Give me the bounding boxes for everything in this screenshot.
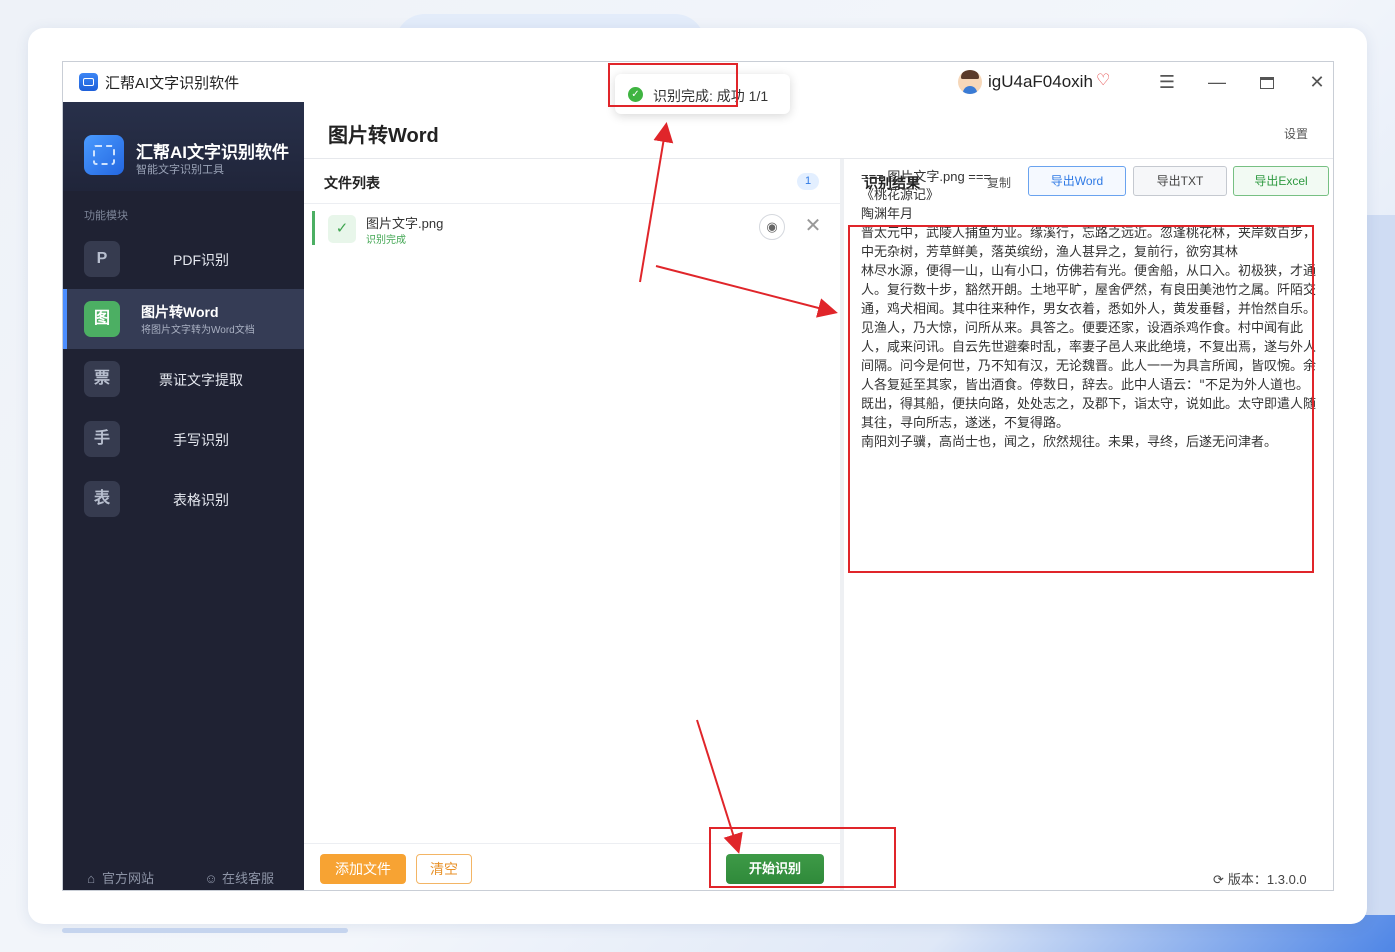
ticket-badge-icon: 票 — [84, 361, 120, 397]
sidebar-item-label: PDF识别 — [173, 252, 229, 268]
result-line: 《桃花源记》 — [861, 188, 940, 203]
pdf-badge-icon: P — [84, 241, 120, 277]
add-file-button[interactable]: 添加文件 — [320, 854, 406, 884]
sidebar-brand: 汇帮AI文字识别软件 智能文字识别工具 — [63, 102, 304, 191]
username[interactable]: igU4aF04oxih — [988, 72, 1093, 92]
window-title: 汇帮AI文字识别软件 — [105, 75, 240, 92]
result-line: 陶渊年月 — [861, 207, 914, 222]
sidebar-item-label: 图片转Word — [141, 304, 219, 320]
file-list-item[interactable]: ✓ 图片文字.png 识别完成 ◉ ✕ — [312, 211, 832, 246]
official-website-label: 官方网站 — [102, 871, 155, 886]
file-name: 图片文字.png — [366, 216, 444, 231]
sidebar-item-label: 票证文字提取 — [159, 372, 243, 388]
file-count-badge: 1 — [797, 173, 819, 190]
annotation-box-toast — [608, 63, 738, 107]
close-icon[interactable]: ✕ — [1305, 70, 1329, 94]
annotation-box-start — [709, 827, 896, 888]
preview-eye-icon[interactable]: ◉ — [759, 214, 785, 240]
background-bar — [62, 928, 348, 933]
main-header: 图片转Word 设置 — [304, 102, 1333, 159]
sidebar-item-ticket[interactable]: 票 票证文字提取 — [63, 349, 304, 409]
annotation-box-result — [848, 225, 1314, 573]
sidebar-item-pdf[interactable]: P PDF识别 — [63, 229, 304, 289]
page-title: 图片转Word — [328, 125, 439, 147]
app-logo-icon — [79, 73, 98, 91]
online-support-link[interactable]: ☺ 在线客服 — [204, 868, 274, 887]
maximize-icon[interactable] — [1255, 70, 1279, 94]
refresh-icon[interactable]: ⟳ — [1213, 872, 1224, 887]
sidebar-item-image-to-word[interactable]: 图 图片转Word 将图片文字转为Word文档 — [63, 289, 304, 349]
version-label: ⟳ 版本：1.3.0.0 — [1213, 869, 1307, 888]
sidebar: 汇帮AI文字识别软件 智能文字识别工具 功能模块 P PDF识别 图 图片转Wo… — [63, 102, 304, 890]
image-badge-icon: 图 — [84, 301, 120, 337]
file-list-title: 文件列表 — [324, 175, 380, 191]
sidebar-item-sublabel: 将图片文字转为Word文档 — [141, 325, 255, 336]
table-badge-icon: 表 — [84, 481, 120, 517]
hand-badge-icon: 手 — [84, 421, 120, 457]
clear-button[interactable]: 清空 — [416, 854, 472, 884]
settings-link[interactable]: 设置 — [1284, 125, 1308, 142]
official-website-link[interactable]: ⌂ 官方网站 — [84, 868, 154, 887]
remove-file-icon[interactable]: ✕ — [802, 213, 824, 239]
sidebar-item-table[interactable]: 表 表格识别 — [63, 469, 304, 529]
minimize-icon[interactable]: — — [1205, 70, 1229, 94]
check-icon: ✓ — [328, 215, 356, 243]
online-support-label: 在线客服 — [222, 871, 275, 886]
brand-subtitle: 智能文字识别工具 — [136, 164, 224, 176]
sidebar-section-label: 功能模块 — [84, 210, 128, 222]
file-list-header: 文件列表 1 — [304, 159, 840, 204]
menu-icon[interactable]: ☰ — [1155, 70, 1179, 94]
vip-diamond-icon[interactable]: ♡ — [1096, 72, 1114, 90]
file-status: 识别完成 — [366, 235, 406, 246]
sidebar-item-handwriting[interactable]: 手 手写识别 — [63, 409, 304, 469]
version-text: 版本：1.3.0.0 — [1227, 872, 1307, 887]
support-icon: ☺ — [204, 871, 218, 886]
result-line: === 图片文字.png === — [861, 169, 992, 184]
user-avatar[interactable] — [958, 70, 982, 94]
brand-title: 汇帮AI文字识别软件 — [136, 143, 289, 162]
brand-scan-icon — [84, 135, 124, 175]
home-icon: ⌂ — [87, 871, 95, 886]
sidebar-item-label: 手写识别 — [173, 432, 229, 448]
file-list-panel: 文件列表 1 ✓ 图片文字.png 识别完成 ◉ ✕ 添加文件 清空 开始识别 — [304, 159, 840, 890]
sidebar-item-label: 表格识别 — [173, 492, 229, 508]
